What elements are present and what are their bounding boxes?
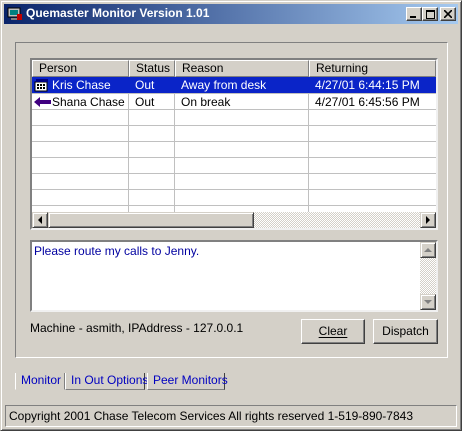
- person-cell: Kris Chase: [52, 78, 111, 92]
- tab-peer-monitors[interactable]: Peer Monitors: [147, 373, 228, 390]
- window-title: Quemaster Monitor Version 1.01: [26, 6, 210, 20]
- dispatch-button-label: Dispatch: [382, 324, 429, 338]
- scroll-right-button[interactable]: [420, 212, 436, 228]
- scroll-left-button[interactable]: [32, 212, 48, 228]
- vertical-scrollbar[interactable]: [420, 242, 436, 310]
- minimize-button[interactable]: [406, 7, 422, 21]
- reason-cell: Away from desk: [181, 78, 267, 92]
- clear-button-label: Clear: [318, 324, 348, 338]
- status-cell: Out: [135, 78, 155, 92]
- tab-monitor[interactable]: Monitor: [15, 373, 65, 390]
- minimize-icon: [410, 16, 416, 18]
- scroll-up-button[interactable]: [420, 242, 436, 258]
- close-button[interactable]: [440, 7, 456, 21]
- person-cell: Shana Chase: [52, 95, 125, 109]
- tab-in-out-options[interactable]: In Out Options: [65, 373, 148, 390]
- reason-cell: On break: [181, 95, 231, 109]
- column-header-returning[interactable]: Returning: [309, 60, 436, 77]
- grid-line: [32, 205, 436, 206]
- column-header-person[interactable]: Person: [32, 60, 129, 77]
- scroll-down-button[interactable]: [420, 294, 436, 310]
- people-grid[interactable]: Person Status Reason Returning Kris Chas…: [30, 58, 438, 230]
- arrow-up-icon: [424, 247, 432, 252]
- grid-line: [32, 125, 436, 126]
- message-box[interactable]: Please route my calls to Jenny.: [30, 240, 438, 312]
- scroll-thumb[interactable]: [48, 212, 254, 228]
- arrow-left-icon: [37, 216, 42, 224]
- maximize-icon: [425, 9, 435, 19]
- dispatch-button[interactable]: Dispatch: [373, 319, 438, 344]
- close-icon: [444, 10, 452, 18]
- horizontal-scrollbar[interactable]: [32, 212, 436, 228]
- returning-cell: 4/27/01 6:45:56 PM: [315, 95, 420, 109]
- machine-info: Machine - asmith, IPAddress - 127.0.0.1: [30, 321, 244, 335]
- column-header-status[interactable]: Status: [129, 60, 175, 77]
- status-bar: Copyright 2001 Chase Telecom Services Al…: [5, 405, 457, 427]
- app-icon: [7, 7, 22, 20]
- arrow-down-icon: [424, 299, 432, 304]
- column-header-reason[interactable]: Reason: [175, 60, 309, 77]
- message-text[interactable]: Please route my calls to Jenny.: [34, 244, 199, 258]
- grid-line: [32, 173, 436, 174]
- table-row[interactable]: Shana Chase Out On break 4/27/01 6:45:56…: [32, 94, 436, 110]
- grid-line: [32, 189, 436, 190]
- table-row[interactable]: Kris Chase Out Away from desk 4/27/01 6:…: [32, 77, 436, 93]
- app-window: Quemaster Monitor Version 1.01 Person St…: [0, 0, 462, 431]
- status-cell: Out: [135, 95, 155, 109]
- arrow-right-icon: [425, 216, 430, 224]
- clear-button[interactable]: Clear: [301, 319, 365, 344]
- title-bar[interactable]: Quemaster Monitor Version 1.01: [4, 4, 458, 24]
- returning-cell: 4/27/01 6:44:15 PM: [315, 78, 420, 92]
- grid-line: [32, 157, 436, 158]
- maximize-button[interactable]: [422, 7, 438, 21]
- scroll-track[interactable]: [420, 258, 436, 294]
- grid-line: [32, 141, 436, 142]
